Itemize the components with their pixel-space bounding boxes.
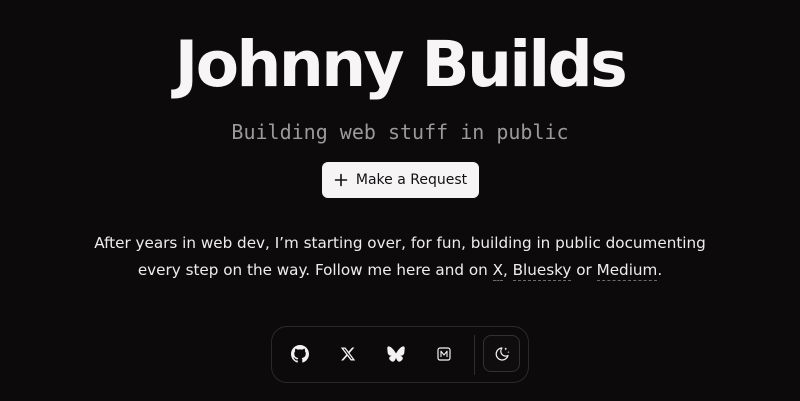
plus-icon xyxy=(334,173,348,187)
intro-paragraph: After years in web dev, I’m starting ove… xyxy=(90,230,710,284)
theme-toggle-button[interactable] xyxy=(483,335,520,372)
github-button[interactable] xyxy=(281,335,319,373)
page: Johnny Builds Building web stuff in publ… xyxy=(0,0,800,401)
medium-icon xyxy=(437,347,451,361)
intro-period: . xyxy=(657,261,663,279)
page-title: Johnny Builds xyxy=(174,28,628,101)
social-dock xyxy=(271,326,529,383)
medium-link[interactable]: Medium xyxy=(596,261,658,281)
intro-separator: or xyxy=(571,261,597,279)
make-request-label: Make a Request xyxy=(355,172,468,188)
x-button[interactable] xyxy=(329,335,367,373)
bluesky-button[interactable] xyxy=(377,335,415,373)
bluesky-link[interactable]: Bluesky xyxy=(512,261,572,281)
medium-button[interactable] xyxy=(425,335,463,373)
github-icon xyxy=(291,345,309,363)
x-icon xyxy=(340,346,356,362)
dock-divider xyxy=(474,335,475,375)
moon-stars-icon xyxy=(493,345,511,363)
make-request-button[interactable]: Make a Request xyxy=(322,162,479,198)
page-subtitle: Building web stuff in public xyxy=(231,120,569,144)
x-link[interactable]: X xyxy=(492,261,503,281)
intro-separator: , xyxy=(502,261,513,279)
bluesky-icon xyxy=(387,346,405,362)
